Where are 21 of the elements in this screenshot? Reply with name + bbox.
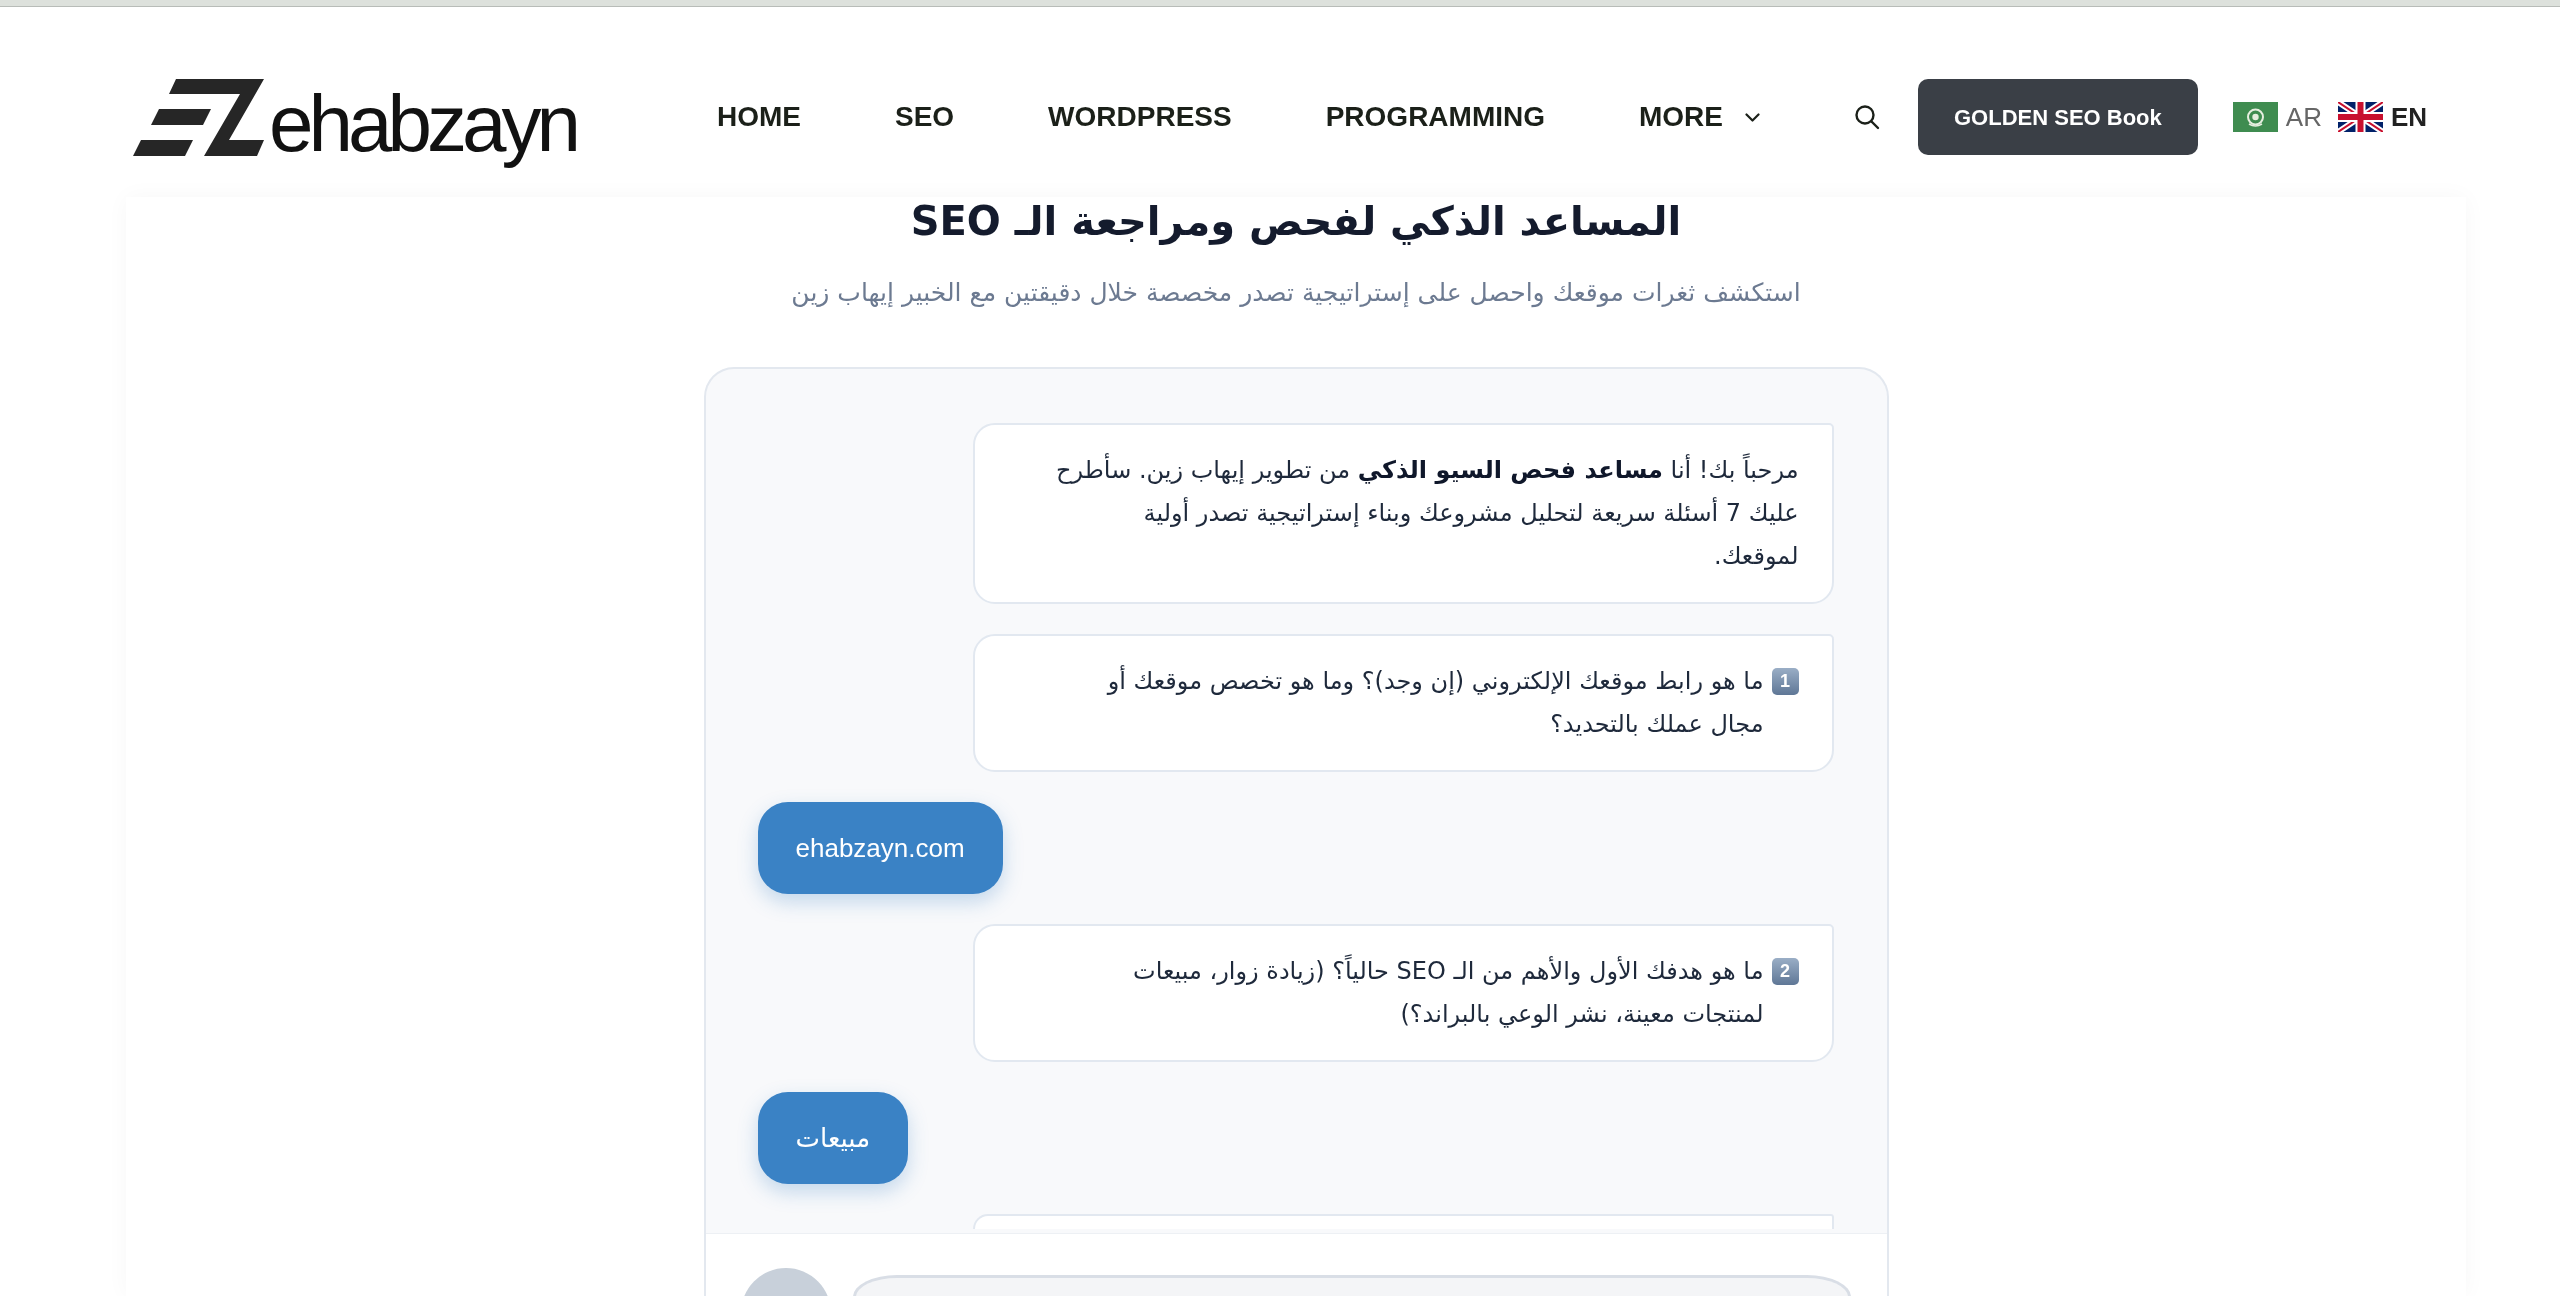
message-text: مرحباً بك! أنا مساعد فحص السيو الذكي من تطوير إيهاب زين. سأطرح عليك 7 أسئلة سريعة لتحليل مشروعك وبناء إستراتيجية تصدر أولية لموقعك. [1054, 449, 1799, 578]
number-badge: 1 [1771, 668, 1799, 695]
search-icon[interactable] [1854, 104, 1880, 130]
page-title: المساعد الذكي لفحص ومراجعة الـ SEO [910, 197, 1682, 245]
flag-icon[interactable] [2337, 102, 2383, 132]
nav-link[interactable]: WORDPRESS [1048, 96, 1232, 138]
nav-link[interactable]: HOME [716, 96, 801, 138]
message-text: ما هو رابط موقعك الإلكتروني (إن وجد)؟ وما هو تخصص موقعك أو مجال عملك بالتحديد؟ [1105, 664, 1764, 740]
number-badge: 2 [1771, 958, 1799, 985]
page-subtitle: استكشف ثغرات موقعك واحصل على إستراتيجية تصدر مخصصة خلال دقيقتين مع الخبير إيهاب زين [791, 277, 1801, 310]
nav-link[interactable]: MORE [1639, 96, 1760, 138]
chevron-down-icon [1745, 112, 1760, 122]
logo-icon[interactable] [133, 78, 265, 156]
language-link[interactable]: AR [2232, 97, 2322, 137]
nav-link[interactable]: PROGRAMMING [1325, 96, 1545, 138]
message-text: ما هو هدفك الأول والأهم من الـ SEO حالياً؟ (زيادة زوار، مبيعات لمنتجات معينة، نشر الوعي بالبراند؟) [1054, 950, 1764, 1036]
user-reply: ehabzayn.com [757, 802, 1003, 894]
language-link[interactable]: EN [2337, 97, 2428, 137]
book-button[interactable]: GOLDEN SEO Book [1918, 79, 2198, 155]
nav-link[interactable]: SEO [894, 96, 955, 138]
user-reply: مبيعات [757, 1092, 909, 1184]
